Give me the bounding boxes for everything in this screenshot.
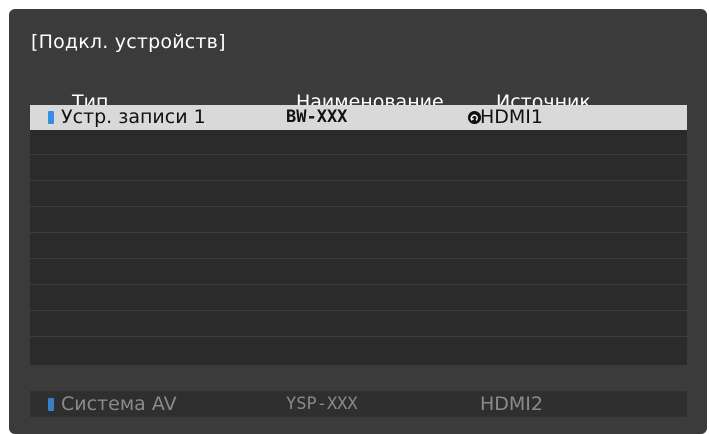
device-type: Устр. записи 1: [61, 106, 206, 128]
av-system-row: Система AV YSP-XXX HDMI2: [30, 391, 687, 417]
empty-row: [30, 286, 687, 311]
empty-row: [30, 130, 687, 155]
device-row[interactable]: Устр. записи 1 BW-XXX HDMI1: [30, 105, 687, 130]
empty-row: [30, 234, 687, 259]
empty-row: [30, 182, 687, 207]
dialog-title: [Подкл. устройств]: [31, 31, 226, 53]
device-icon: [48, 111, 54, 124]
empty-row: [30, 338, 687, 363]
av-system-name: YSP-XXX: [286, 394, 358, 414]
device-name: BW-XXX: [286, 107, 348, 127]
device-icon: [48, 398, 54, 411]
empty-row: [30, 260, 687, 285]
empty-row: [30, 208, 687, 233]
device-source: HDMI1: [480, 106, 544, 128]
empty-row: [30, 312, 687, 337]
av-system-type: Система AV: [61, 393, 177, 415]
av-system-source: HDMI2: [480, 393, 544, 415]
empty-row: [30, 156, 687, 181]
device-list: Устр. записи 1 BW-XXX HDMI1: [30, 105, 687, 365]
